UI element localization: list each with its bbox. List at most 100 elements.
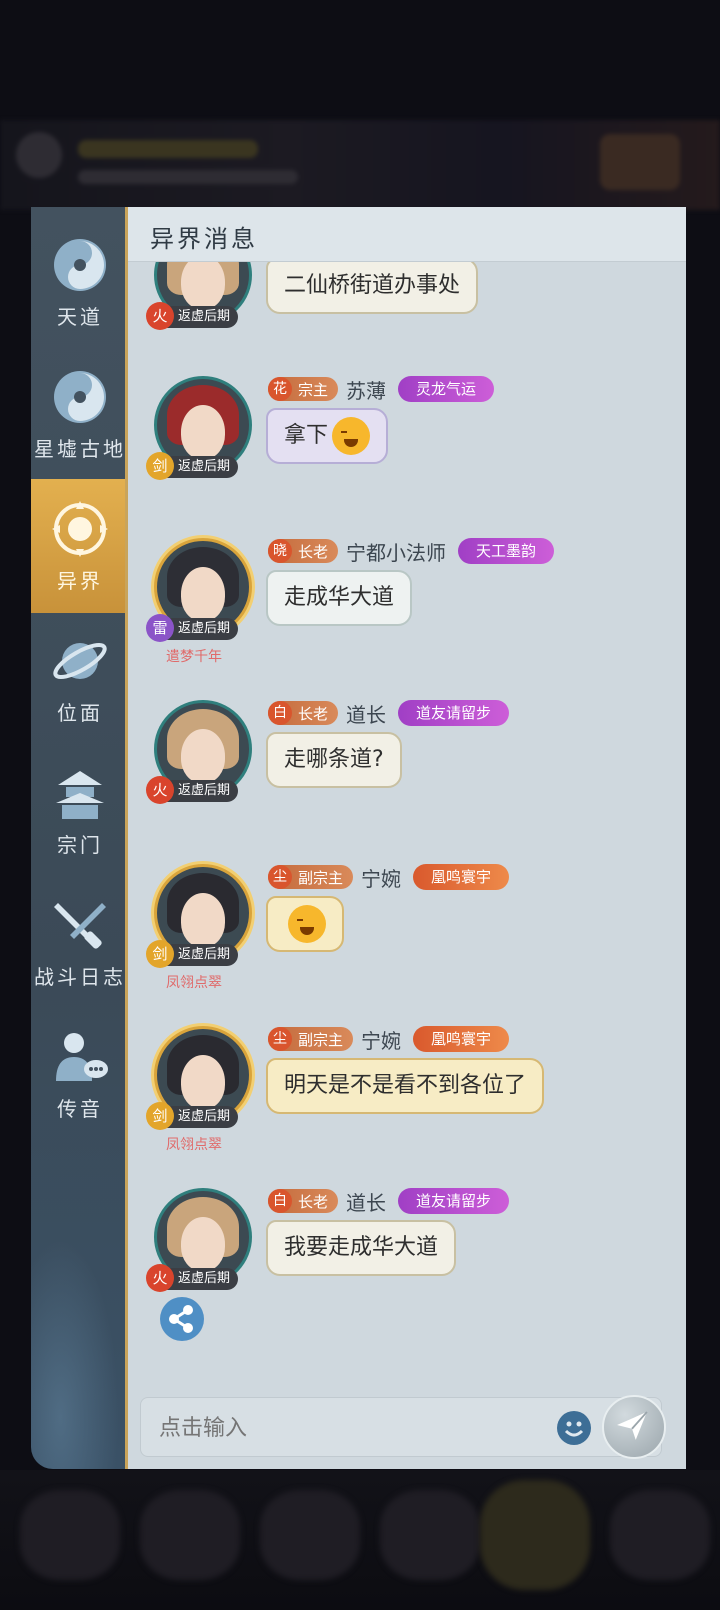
honor-badge: 灵龙气运 (398, 376, 495, 402)
sender-line: 白 长老 道长 道友请留步 (268, 698, 510, 728)
sender-line: 尘 副宗主 宁婉 凰鸣寰宇 (268, 862, 510, 892)
element-badge: 火 (146, 1264, 174, 1292)
sidebar-item-label: 战斗日志 (34, 964, 126, 989)
role-label: 长老 (298, 704, 329, 723)
avatar[interactable]: 火 返虚后期 (146, 1184, 254, 1292)
sender-name[interactable]: 道长 (346, 699, 386, 728)
role-icon: 白 (268, 1189, 292, 1213)
avatar[interactable]: 火 返虚后期 (146, 696, 254, 804)
role-icon: 白 (268, 701, 292, 725)
planet-icon (53, 642, 107, 679)
grinning-emoji-icon (332, 417, 371, 455)
message-bubble[interactable]: 走哪条道? (266, 732, 402, 788)
page-title: 异界消息 (150, 225, 258, 253)
surprised-emoji-icon (288, 905, 326, 943)
sender-line: 花 宗主 苏薄 灵龙气运 (268, 374, 495, 404)
role-label: 长老 (298, 542, 329, 561)
sender-name[interactable]: 苏薄 (346, 375, 386, 404)
sidebar-item-zongmen[interactable]: 宗门 (31, 743, 129, 877)
message-input[interactable] (157, 1398, 541, 1458)
person-chat-icon (56, 1032, 108, 1081)
sidebar-item-label: 异界 (57, 568, 103, 593)
message-bubble[interactable] (266, 896, 344, 952)
honor-badge: 凰鸣寰宇 (413, 864, 510, 890)
sender-line: 尘 副宗主 宁婉 凰鸣寰宇 (268, 1024, 510, 1054)
role-label: 副宗主 (298, 1030, 344, 1049)
role-label: 长老 (298, 1192, 329, 1211)
sender-name[interactable]: 宁婉 (361, 1025, 401, 1054)
background-bottom-bar (0, 1470, 720, 1610)
send-button[interactable] (602, 1395, 666, 1459)
sidebar-item-battle-log[interactable]: 战斗日志 (31, 875, 129, 1009)
avatar[interactable]: 火 返虚后期 (146, 262, 254, 330)
message-list[interactable]: 火 返虚后期 二仙桥街道办事处 剑 返虚后期 花 宗主 苏薄 灵龙气运 拿下 雷… (128, 262, 686, 1352)
avatar[interactable]: 雷 返虚后期 遣梦千年 (146, 534, 254, 665)
sender-line: 白 长老 道长 道友请留步 (268, 1186, 510, 1216)
panel-header: 异界消息 (128, 207, 686, 262)
sender-line: 晓 长老 宁都小法师 天工墨韵 (268, 536, 555, 566)
message-input-bar (140, 1397, 662, 1458)
element-badge: 雷 (146, 614, 174, 642)
role-tag: 晓 长老 (268, 539, 339, 563)
sender-name[interactable]: 宁都小法师 (346, 537, 446, 566)
chat-message: 剑 返虚后期 凤翎点翠 尘 副宗主 宁婉 凰鸣寰宇 明天是不是看不到各位了 (128, 1022, 686, 1172)
avatar-title: 遣梦千年 (166, 649, 222, 665)
message-bubble[interactable]: 二仙桥街道办事处 (266, 262, 479, 314)
element-badge: 火 (146, 302, 174, 330)
share-button[interactable] (160, 1297, 204, 1341)
chat-message: 火 返虚后期 白 长老 道长 道友请留步 走哪条道? (128, 696, 686, 836)
chat-message: 火 返虚后期 二仙桥街道办事处 (128, 262, 686, 332)
honor-badge: 凰鸣寰宇 (413, 1026, 510, 1052)
avatar[interactable]: 剑 返虚后期 (146, 372, 254, 480)
message-text: 走哪条道? (284, 747, 384, 772)
sender-name[interactable]: 宁婉 (361, 863, 401, 892)
background-game-hud (0, 120, 720, 210)
emoji-button[interactable] (557, 1411, 591, 1445)
sidebar-item-label: 传音 (57, 1096, 103, 1121)
sidebar-item-yijie[interactable]: 异界 (31, 479, 129, 613)
role-tag: 白 长老 (268, 1189, 339, 1213)
honor-badge: 道友请留步 (398, 700, 510, 726)
smiley-icon (564, 1421, 584, 1437)
chat-message: 火 返虚后期 白 长老 道长 道友请留步 我要走成华大道 (128, 1184, 686, 1324)
sidebar-item-label: 宗门 (57, 832, 103, 857)
share-icon (169, 1305, 193, 1333)
element-badge: 剑 (146, 940, 174, 968)
sidebar-item-xingxu[interactable]: 星墟古地 (31, 347, 129, 481)
role-icon: 晓 (268, 539, 292, 563)
avatar-title: 凤翎点翠 (166, 1137, 222, 1153)
avatar[interactable]: 剑 返虚后期 凤翎点翠 (146, 860, 254, 991)
taiji-swirl-icon (54, 238, 106, 291)
role-tag: 尘 副宗主 (268, 1027, 354, 1051)
honor-badge: 天工墨韵 (458, 538, 555, 564)
avatar[interactable]: 剑 返虚后期 凤翎点翠 (146, 1022, 254, 1153)
message-text: 明天是不是看不到各位了 (284, 1073, 527, 1098)
role-icon: 尘 (268, 865, 292, 889)
message-bubble[interactable]: 明天是不是看不到各位了 (266, 1058, 545, 1114)
element-badge: 剑 (146, 1102, 174, 1130)
taiji-swirl-icon (54, 370, 106, 423)
sidebar-item-chuanyin[interactable]: 传音 (31, 1007, 129, 1141)
element-badge: 火 (146, 776, 174, 804)
message-bubble[interactable]: 拿下 (266, 408, 389, 464)
role-icon: 尘 (268, 1027, 292, 1051)
message-text: 走成华大道 (284, 585, 395, 610)
message-bubble[interactable]: 走成华大道 (266, 570, 413, 626)
sidebar-item-weimian[interactable]: 位面 (31, 611, 129, 745)
sidebar-item-tiandao[interactable]: 天道 (31, 215, 129, 349)
pagoda-icon (56, 770, 104, 819)
honor-badge: 道友请留步 (398, 1188, 510, 1214)
paper-plane-icon (617, 1411, 648, 1440)
sidebar: 天道 星墟古地 异界 位面 宗门 战斗日志 传音 (31, 207, 129, 1469)
chat-panel: 异界消息 火 返虚后期 二仙桥街道办事处 剑 返虚后期 花 宗主 苏薄 灵龙气运… (128, 207, 686, 1469)
message-bubble[interactable]: 我要走成华大道 (266, 1220, 457, 1276)
chat-message: 剑 返虚后期 花 宗主 苏薄 灵龙气运 拿下 (128, 372, 686, 512)
chat-message: 雷 返虚后期 遣梦千年 晓 长老 宁都小法师 天工墨韵 走成华大道 (128, 534, 686, 684)
message-text: 二仙桥街道办事处 (284, 273, 461, 298)
sidebar-item-label: 位面 (57, 700, 103, 725)
element-badge: 剑 (146, 452, 174, 480)
sidebar-item-label: 天道 (57, 304, 103, 329)
sender-name[interactable]: 道长 (346, 1187, 386, 1216)
message-text: 我要走成华大道 (284, 1235, 439, 1260)
role-label: 副宗主 (298, 868, 344, 887)
